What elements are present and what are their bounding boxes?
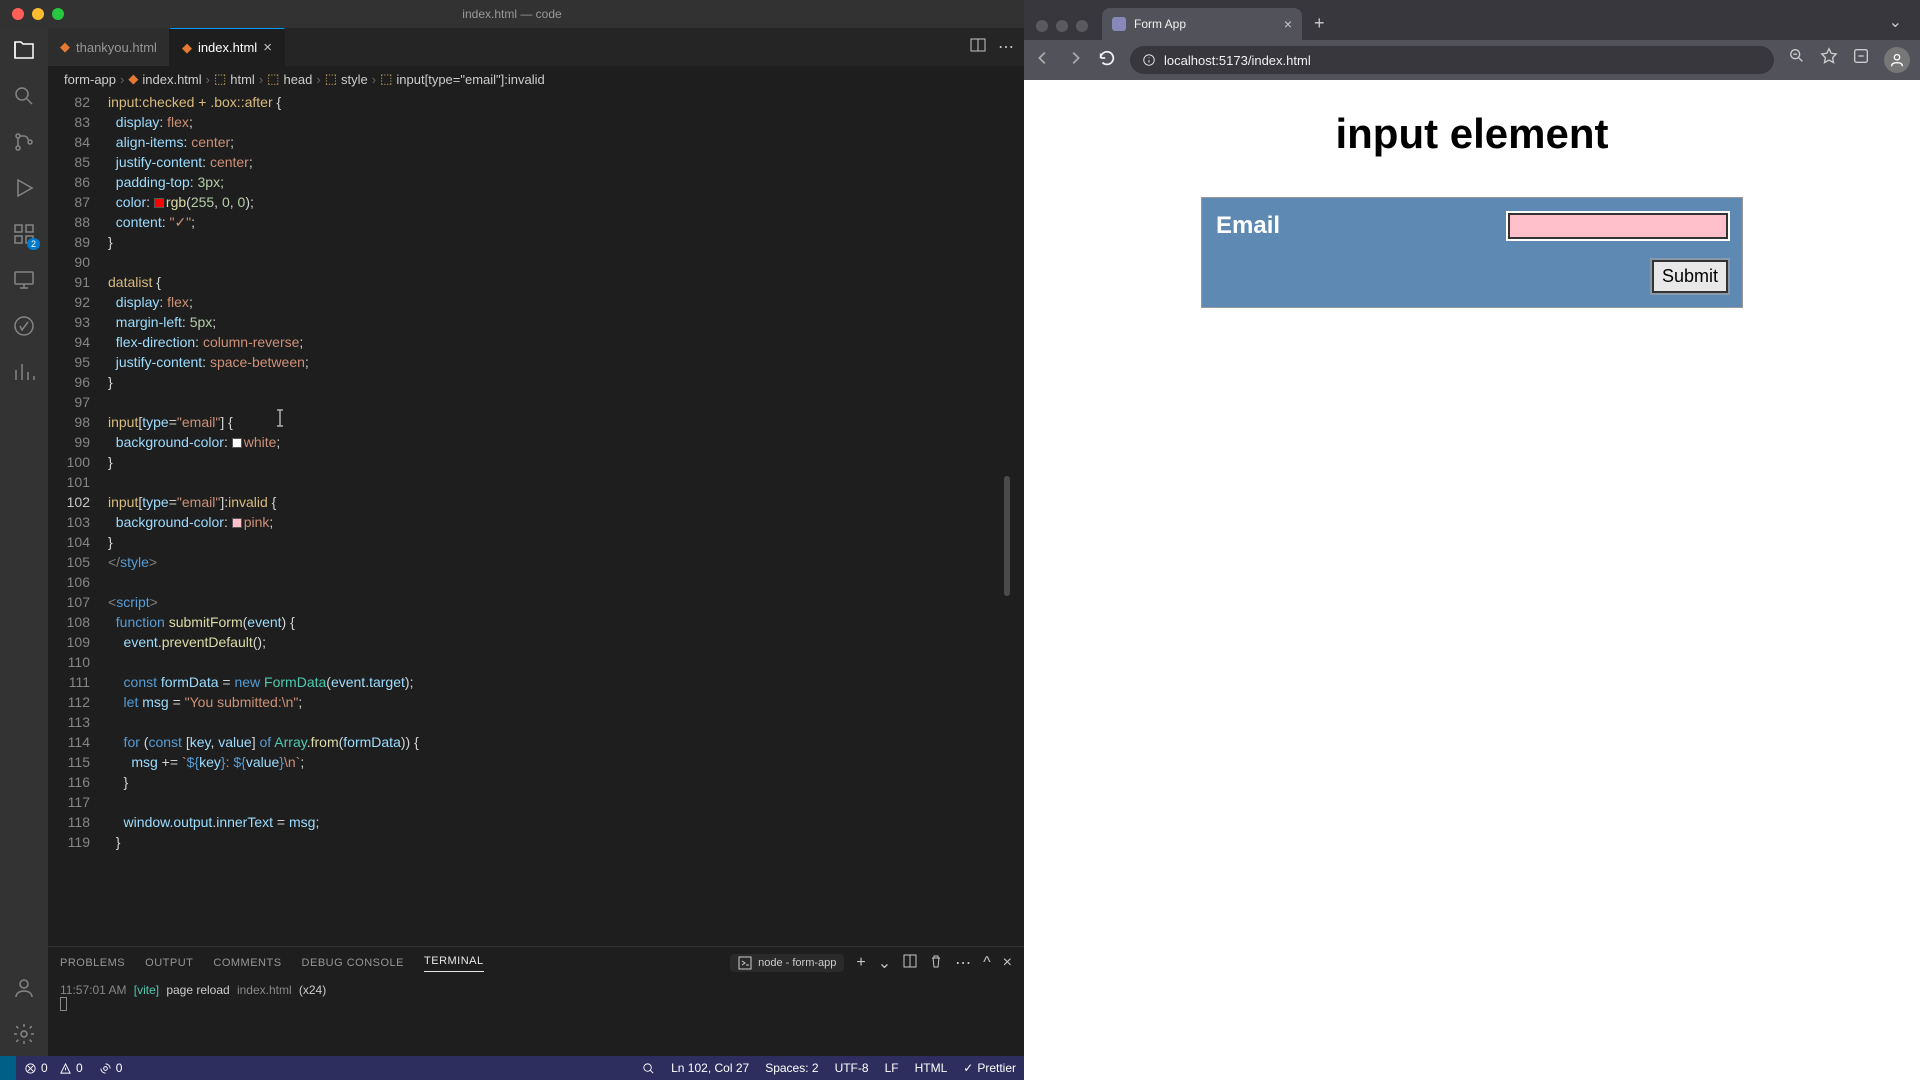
text-cursor-icon	[273, 408, 287, 428]
kill-terminal-icon[interactable]	[929, 954, 943, 973]
graph-icon[interactable]	[10, 358, 38, 386]
explorer-icon[interactable]	[10, 36, 38, 64]
browser-window: Form App × + ⌄ localhost:5173/index.html…	[1024, 0, 1920, 1080]
toolbar: localhost:5173/index.html	[1024, 40, 1920, 80]
browser-tab-strip: Form App × + ⌄	[1024, 0, 1920, 40]
new-tab-button[interactable]: +	[1308, 13, 1331, 40]
status-ports[interactable]: 0	[91, 1061, 131, 1075]
split-terminal-icon[interactable]	[903, 954, 917, 973]
extensions-icon[interactable]: 2	[10, 220, 38, 248]
panel-tab-comments[interactable]: COMMENTS	[213, 957, 281, 969]
tab-label: index.html	[198, 40, 257, 55]
search-icon[interactable]	[10, 82, 38, 110]
email-input[interactable]	[1508, 213, 1728, 239]
status-encoding[interactable]: UTF-8	[827, 1061, 877, 1075]
status-find[interactable]	[634, 1061, 663, 1075]
panel-tab-debug[interactable]: DEBUG CONSOLE	[302, 957, 404, 969]
vscode-window: index.html — code 2 ◆ th	[0, 0, 1024, 1080]
email-label: Email	[1216, 212, 1280, 240]
status-formatter[interactable]: ✓ Prettier	[955, 1061, 1024, 1075]
terminal-dropdown-icon[interactable]: ⌄	[878, 953, 891, 973]
maximize-window[interactable]	[52, 8, 64, 20]
profile-button[interactable]	[1884, 47, 1910, 73]
address-bar[interactable]: localhost:5173/index.html	[1130, 46, 1774, 74]
more-terminal-icon[interactable]: ⋯	[955, 953, 971, 973]
breadcrumb[interactable]: form-app› ◆index.html› ⬚html› ⬚head› ⬚st…	[48, 66, 1024, 92]
status-language[interactable]: HTML	[907, 1061, 956, 1075]
panel-tab-terminal[interactable]: TERMINAL	[424, 955, 484, 972]
run-debug-icon[interactable]	[10, 174, 38, 202]
page-heading: input element	[1074, 110, 1870, 158]
browser-tab[interactable]: Form App ×	[1102, 8, 1302, 40]
close-window[interactable]	[12, 8, 24, 20]
close-tab-icon[interactable]: ×	[1284, 16, 1292, 32]
bottom-panel: PROBLEMS OUTPUT COMMENTS DEBUG CONSOLE T…	[48, 946, 1024, 1056]
source-control-icon[interactable]	[10, 128, 38, 156]
close-window[interactable]	[1036, 20, 1048, 32]
status-eol[interactable]: LF	[877, 1061, 907, 1075]
window-controls	[0, 8, 64, 20]
terminal-output[interactable]: 11:57:01 AM [vite] page reload index.htm…	[48, 979, 1024, 1056]
editor-tabs: ◆ thankyou.html ◆ index.html × ⋯	[48, 28, 1024, 66]
activity-bar: 2	[0, 28, 48, 1056]
page-content: input element Email Submit	[1024, 80, 1920, 1080]
scrollbar[interactable]	[1004, 92, 1010, 946]
back-button[interactable]	[1034, 49, 1052, 72]
status-problems[interactable]: 0 0	[16, 1061, 91, 1075]
azure-icon[interactable]	[10, 312, 38, 340]
tabs-dropdown-icon[interactable]: ⌄	[1879, 12, 1912, 40]
code-editor[interactable]: 8283848586878889909192939495969798991001…	[48, 92, 1024, 946]
close-tab-icon[interactable]: ×	[263, 39, 272, 56]
terminal-task[interactable]: node - form-app	[730, 954, 844, 972]
split-editor-icon[interactable]	[970, 37, 986, 58]
browser-tab-title: Form App	[1134, 17, 1186, 31]
panel-tab-problems[interactable]: PROBLEMS	[60, 957, 125, 969]
remote-explorer-icon[interactable]	[10, 266, 38, 294]
minimize-window[interactable]	[32, 8, 44, 20]
minimize-window[interactable]	[1056, 20, 1068, 32]
status-bar: 0 0 0 Ln 102, Col 27 Spaces: 2 UTF-8 LF …	[0, 1056, 1024, 1080]
tab-index[interactable]: ◆ index.html ×	[170, 28, 285, 66]
tab-label: thankyou.html	[76, 40, 157, 55]
titlebar: index.html — code	[0, 0, 1024, 28]
close-panel-icon[interactable]: ×	[1003, 954, 1012, 972]
settings-icon[interactable]	[10, 1020, 38, 1048]
status-position[interactable]: Ln 102, Col 27	[663, 1061, 757, 1075]
site-info-icon	[1142, 53, 1156, 67]
remote-indicator[interactable]	[0, 1056, 16, 1080]
panel-tab-output[interactable]: OUTPUT	[145, 957, 193, 969]
zoom-icon[interactable]	[1788, 47, 1806, 73]
form: Email Submit	[1202, 198, 1742, 307]
maximize-window[interactable]	[1076, 20, 1088, 32]
more-actions-icon[interactable]: ⋯	[998, 37, 1014, 57]
status-indent[interactable]: Spaces: 2	[757, 1061, 826, 1075]
bookmark-icon[interactable]	[1820, 47, 1838, 73]
forward-button[interactable]	[1066, 49, 1084, 72]
window-title: index.html — code	[462, 7, 561, 21]
extensions-badge: 2	[27, 238, 40, 250]
url-text: localhost:5173/index.html	[1164, 53, 1311, 68]
account-icon[interactable]	[10, 974, 38, 1002]
new-terminal-icon[interactable]: +	[856, 954, 865, 972]
extensions-icon[interactable]	[1852, 47, 1870, 73]
maximize-panel-icon[interactable]: ^	[983, 954, 991, 972]
favicon-icon	[1112, 17, 1126, 31]
tab-thankyou[interactable]: ◆ thankyou.html	[48, 28, 170, 66]
reload-button[interactable]	[1098, 49, 1116, 72]
submit-button[interactable]: Submit	[1652, 260, 1728, 293]
